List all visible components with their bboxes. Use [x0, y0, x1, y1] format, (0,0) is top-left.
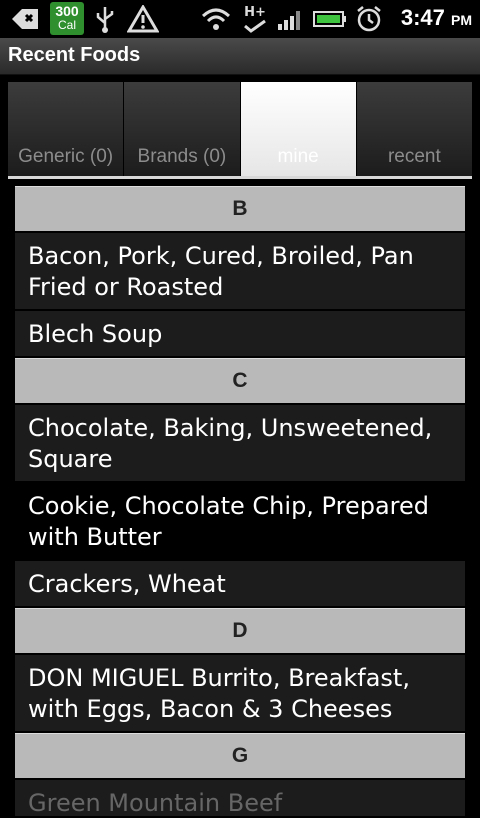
- status-bar: 300 Cal H+ 3:47 PM: [0, 0, 480, 38]
- battery-icon: [312, 4, 348, 34]
- clock-time: 3:47: [400, 5, 445, 30]
- title-bar: Recent Foods: [0, 38, 480, 75]
- page-title: Recent Foods: [8, 44, 141, 66]
- food-item-partial[interactable]: Green Mountain Beef: [15, 780, 465, 816]
- back-arrow-icon: [8, 4, 42, 34]
- tab-mine[interactable]: mine: [240, 82, 357, 176]
- food-item-chocolate[interactable]: Chocolate, Baking, Unsweetened, Square: [15, 405, 465, 481]
- calorie-label: Cal: [57, 18, 76, 32]
- food-item-blech-soup[interactable]: Blech Soup: [15, 311, 465, 356]
- warning-icon: [126, 4, 160, 34]
- clock-ampm: PM: [451, 12, 472, 28]
- calorie-badge: 300 Cal: [50, 2, 84, 35]
- tab-generic[interactable]: Generic (0): [8, 82, 125, 176]
- signal-strength-icon: [276, 4, 306, 34]
- section-header-c: C: [15, 358, 465, 403]
- wifi-icon: [200, 4, 232, 34]
- section-header-g: G: [15, 733, 465, 778]
- data-network-icon: H+: [240, 4, 270, 34]
- clock: 3:47 PM: [401, 5, 472, 31]
- section-header-d: D: [15, 608, 465, 653]
- food-item-bacon[interactable]: Bacon, Pork, Cured, Broiled, Pan Fried o…: [15, 233, 465, 309]
- tab-recent-label: recent: [387, 146, 441, 167]
- tab-recent[interactable]: recent: [356, 82, 472, 176]
- food-item-cookie[interactable]: Cookie, Chocolate Chip, Prepared with Bu…: [15, 483, 465, 559]
- food-item-crackers[interactable]: Crackers, Wheat: [15, 561, 465, 606]
- alarm-clock-icon: [354, 4, 384, 34]
- food-list[interactable]: B Bacon, Pork, Cured, Broiled, Pan Fried…: [15, 186, 465, 818]
- food-item-don-miguel[interactable]: DON MIGUEL Burrito, Breakfast, with Eggs…: [15, 655, 465, 731]
- tab-generic-label: Generic (0): [18, 146, 114, 167]
- tab-bar: Generic (0) Brands (0) mine recent: [8, 82, 472, 176]
- network-type-label: H+: [244, 4, 266, 20]
- tab-underline: [8, 176, 472, 179]
- usb-icon: [92, 4, 118, 34]
- calorie-count: 300: [55, 3, 79, 19]
- tab-brands-label: Brands (0): [137, 146, 227, 167]
- tab-brands[interactable]: Brands (0): [124, 82, 241, 176]
- section-header-b: B: [15, 186, 465, 231]
- tab-mine-label: mine: [277, 146, 319, 167]
